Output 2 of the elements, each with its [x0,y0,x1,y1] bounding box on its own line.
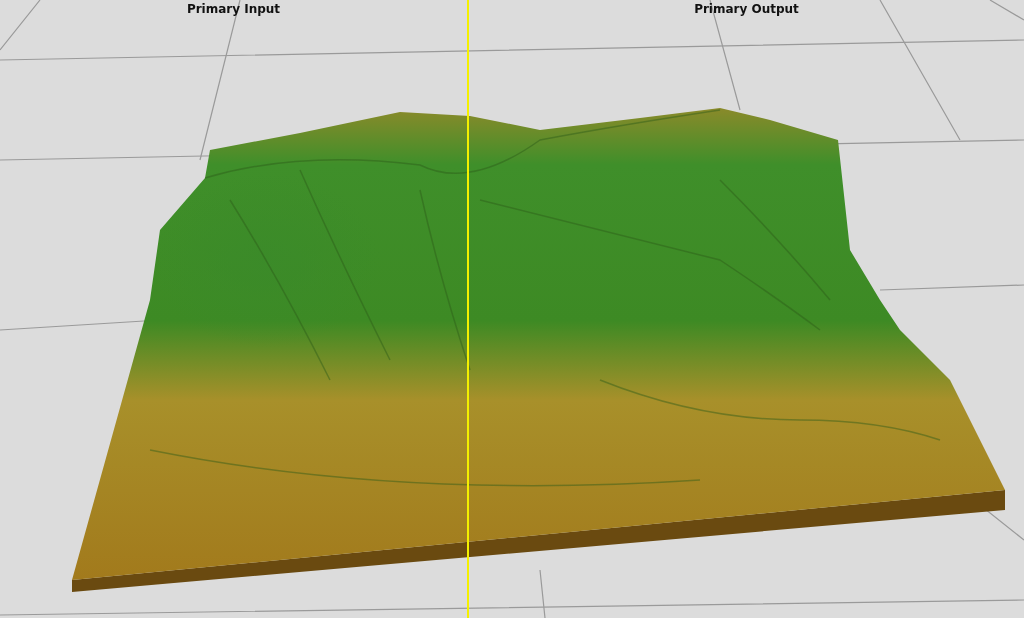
viewport-label: Primary Output [694,2,799,16]
viewport-label: Primary Input [186,2,281,16]
